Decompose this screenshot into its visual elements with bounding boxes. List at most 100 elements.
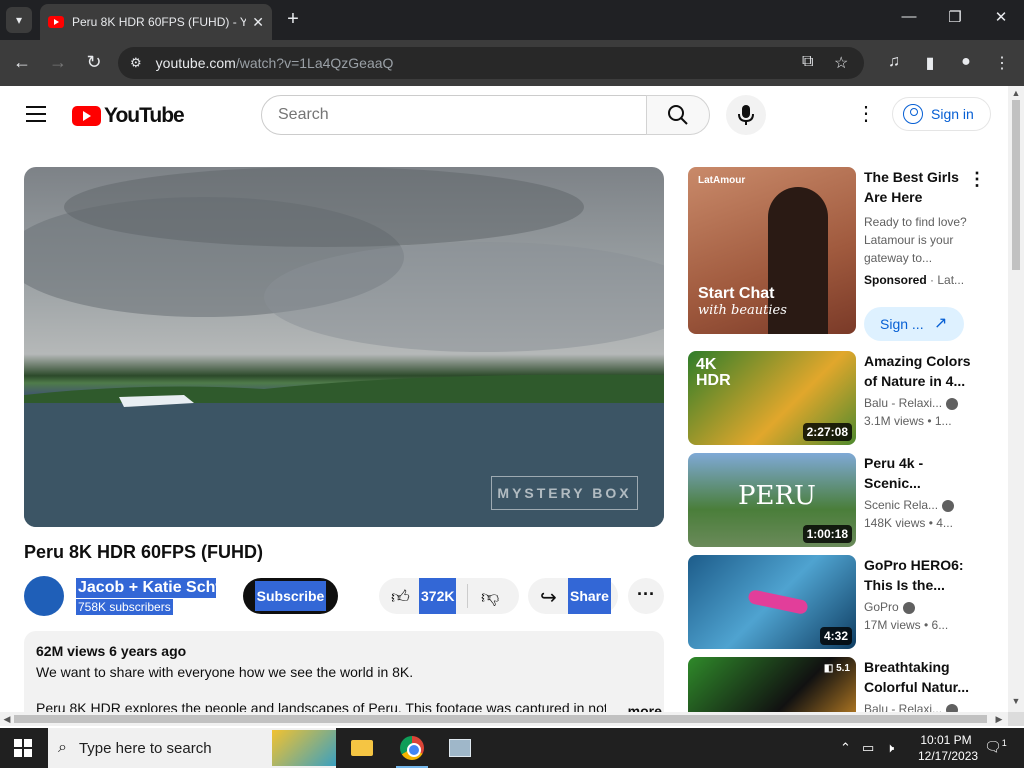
- verified-icon: [902, 601, 915, 614]
- ad-more-icon[interactable]: ⋮: [968, 169, 986, 190]
- video-title: Peru 8K HDR 60FPS (FUHD): [24, 542, 264, 562]
- recommendation-title[interactable]: GoPro HERO6: This Is the...: [864, 555, 974, 595]
- thumb-4k-hdr-badge: 4K HDR: [696, 356, 731, 389]
- recommendation-channel[interactable]: Balu - Relaxi...: [864, 396, 974, 410]
- recommendation-channel[interactable]: GoPro: [864, 600, 974, 614]
- share-label: Share: [568, 578, 611, 614]
- notification-count: 1: [1001, 738, 1007, 748]
- app-window-icon: [449, 739, 471, 757]
- new-tab-button[interactable]: +: [282, 8, 304, 31]
- volume-icon[interactable]: 🕨: [886, 740, 894, 756]
- vertical-scrollbar[interactable]: ▲ ▼: [1008, 86, 1024, 712]
- sponsored-ad[interactable]: LatAmour Start Chat with beauties The Be…: [688, 167, 998, 341]
- recommendation-meta: 3.1M views • 1...: [864, 414, 952, 428]
- restore-icon[interactable]: ❐: [940, 8, 970, 26]
- scroll-right-icon[interactable]: ▶: [992, 712, 1006, 726]
- channel-name[interactable]: Jacob + Katie Schwarz: [76, 578, 216, 598]
- recommendation-item[interactable]: PERU 1:00:18 Peru 4k - Scenic... Scenic …: [688, 453, 998, 548]
- clock-time: 10:01 PM: [920, 733, 972, 747]
- site-info-icon[interactable]: ⚙: [130, 55, 142, 71]
- recommendation-channel[interactable]: Balu - Relaxi...: [864, 702, 974, 712]
- recommendation-title[interactable]: Amazing Colors of Nature in 4...: [864, 351, 974, 391]
- recommendation-thumbnail[interactable]: 4K HDR 2:27:08: [688, 351, 856, 445]
- window-close-icon[interactable]: ✕: [986, 8, 1016, 26]
- account-icon: [903, 104, 923, 124]
- recommendation-item[interactable]: ◧ 5.1 Breathtaking Colorful Natur... Bal…: [688, 657, 998, 712]
- thumbs-up-icon[interactable]: 👍︎: [391, 586, 410, 608]
- media-controls-icon[interactable]: ♫: [884, 53, 904, 71]
- youtube-play-icon: [72, 106, 101, 126]
- search-input[interactable]: [278, 106, 646, 124]
- recommendation-thumbnail[interactable]: PERU 1:00:18: [688, 453, 856, 547]
- forward-icon[interactable]: →: [46, 52, 70, 73]
- recommendation-thumbnail[interactable]: 4:32: [688, 555, 856, 649]
- sign-in-button[interactable]: Sign in: [892, 97, 991, 131]
- taskbar-clock[interactable]: 10:01 PM 12/17/2023: [918, 732, 979, 764]
- browser-tab[interactable]: Peru 8K HDR 60FPS (FUHD) - YouTube ✕: [40, 4, 272, 40]
- menu-hamburger-icon[interactable]: [26, 106, 46, 122]
- recommendation-channel[interactable]: Scenic Rela...: [864, 498, 974, 512]
- taskbar-chrome[interactable]: [388, 728, 436, 768]
- subscribe-button[interactable]: Subscribe: [243, 578, 338, 614]
- taskbar-app[interactable]: [436, 728, 484, 768]
- voice-search-button[interactable]: [726, 95, 766, 135]
- search-button[interactable]: [646, 95, 710, 135]
- horizontal-scroll-thumb[interactable]: [14, 715, 987, 723]
- recommendation-title[interactable]: Peru 4k - Scenic...: [864, 453, 974, 493]
- channel-subscribers: 758K subscribers: [76, 599, 173, 615]
- folder-icon: [351, 740, 373, 756]
- tab-close-icon[interactable]: ✕: [252, 14, 264, 31]
- install-app-icon[interactable]: ⧉: [802, 53, 813, 71]
- thumbs-down-icon[interactable]: 👎︎: [481, 586, 499, 608]
- windows-taskbar: ⌕ Type here to search ⌃ ▭ 🕨 10:01 PM 12/…: [0, 728, 1024, 768]
- description-line1: We want to share with everyone how we se…: [36, 664, 414, 680]
- verified-icon: [942, 499, 955, 512]
- minimize-icon[interactable]: —: [894, 8, 924, 25]
- vertical-scroll-thumb[interactable]: [1012, 100, 1020, 270]
- address-bar[interactable]: ⚙ youtube.com /watch?v=1La4QzGeaaQ ⧉ ☆: [118, 47, 864, 79]
- notification-icon[interactable]: 🗨1: [984, 738, 1007, 756]
- more-actions-button[interactable]: ···: [628, 578, 664, 614]
- ad-sponsored-label: Sponsored: [864, 273, 927, 287]
- recommendation-channel-name: Scenic Rela...: [864, 498, 939, 512]
- settings-kebab-icon[interactable]: ⋮: [856, 102, 876, 126]
- horizontal-scrollbar[interactable]: ◀ ▶: [0, 712, 1008, 726]
- recommendation-title[interactable]: Breathtaking Colorful Natur...: [864, 657, 974, 697]
- search-highlight-image: [272, 730, 336, 766]
- ad-title[interactable]: The Best Girls Are Here: [864, 167, 974, 207]
- channel-avatar[interactable]: [24, 576, 64, 616]
- ad-thumbnail[interactable]: LatAmour Start Chat with beauties: [688, 167, 856, 334]
- profile-icon[interactable]: ●: [956, 53, 976, 71]
- bookmark-star-icon[interactable]: ☆: [834, 53, 848, 73]
- chrome-menu-icon[interactable]: ⋮: [992, 53, 1012, 73]
- chrome-icon: [400, 736, 424, 760]
- network-icon[interactable]: ▭: [862, 740, 874, 756]
- youtube-logo[interactable]: YouTube: [72, 104, 185, 128]
- tab-search-dropdown-icon[interactable]: ▾: [6, 7, 32, 33]
- scroll-down-icon[interactable]: ▼: [1008, 696, 1024, 706]
- page-viewport: YouTube ⋮ Sign in MYSTERY BOX Peru 8K HD…: [0, 86, 1008, 712]
- taskbar-search-text: Type here to search: [78, 739, 212, 757]
- description-box[interactable]: 62M views 6 years ago We want to share w…: [24, 631, 664, 712]
- reload-icon[interactable]: ↻: [82, 52, 106, 73]
- scroll-left-icon[interactable]: ◀: [0, 712, 14, 726]
- windows-start-icon[interactable]: [14, 739, 32, 757]
- recommendation-thumbnail[interactable]: ◧ 5.1: [688, 657, 856, 712]
- ad-cta-button[interactable]: Sign ... ↗: [864, 307, 964, 341]
- taskbar-search-icon: ⌕: [58, 739, 67, 756]
- recommendation-item[interactable]: 4:32 GoPro HERO6: This Is the... GoPro 1…: [688, 555, 998, 650]
- like-count[interactable]: 372K: [419, 578, 457, 614]
- recommendation-item[interactable]: 4K HDR 2:27:08 Amazing Colors of Nature i…: [688, 351, 998, 446]
- description-more-link[interactable]: ...more: [616, 703, 662, 712]
- back-icon[interactable]: ←: [10, 52, 34, 73]
- thumb-dolby-badge: ◧ 5.1: [823, 663, 850, 674]
- tray-chevron-icon[interactable]: ⌃: [840, 740, 851, 756]
- browser-tab-strip: ▾ Peru 8K HDR 60FPS (FUHD) - YouTube ✕ +…: [0, 0, 1024, 40]
- share-button[interactable]: ↪ Share: [528, 578, 618, 614]
- video-player[interactable]: MYSTERY BOX: [24, 167, 664, 527]
- clock-date: 12/17/2023: [918, 749, 979, 763]
- side-panel-icon[interactable]: ▮: [920, 53, 940, 73]
- taskbar-file-explorer[interactable]: [338, 728, 386, 768]
- url-path: /watch?v=1La4QzGeaaQ: [235, 55, 394, 71]
- scroll-up-icon[interactable]: ▲: [1008, 88, 1024, 98]
